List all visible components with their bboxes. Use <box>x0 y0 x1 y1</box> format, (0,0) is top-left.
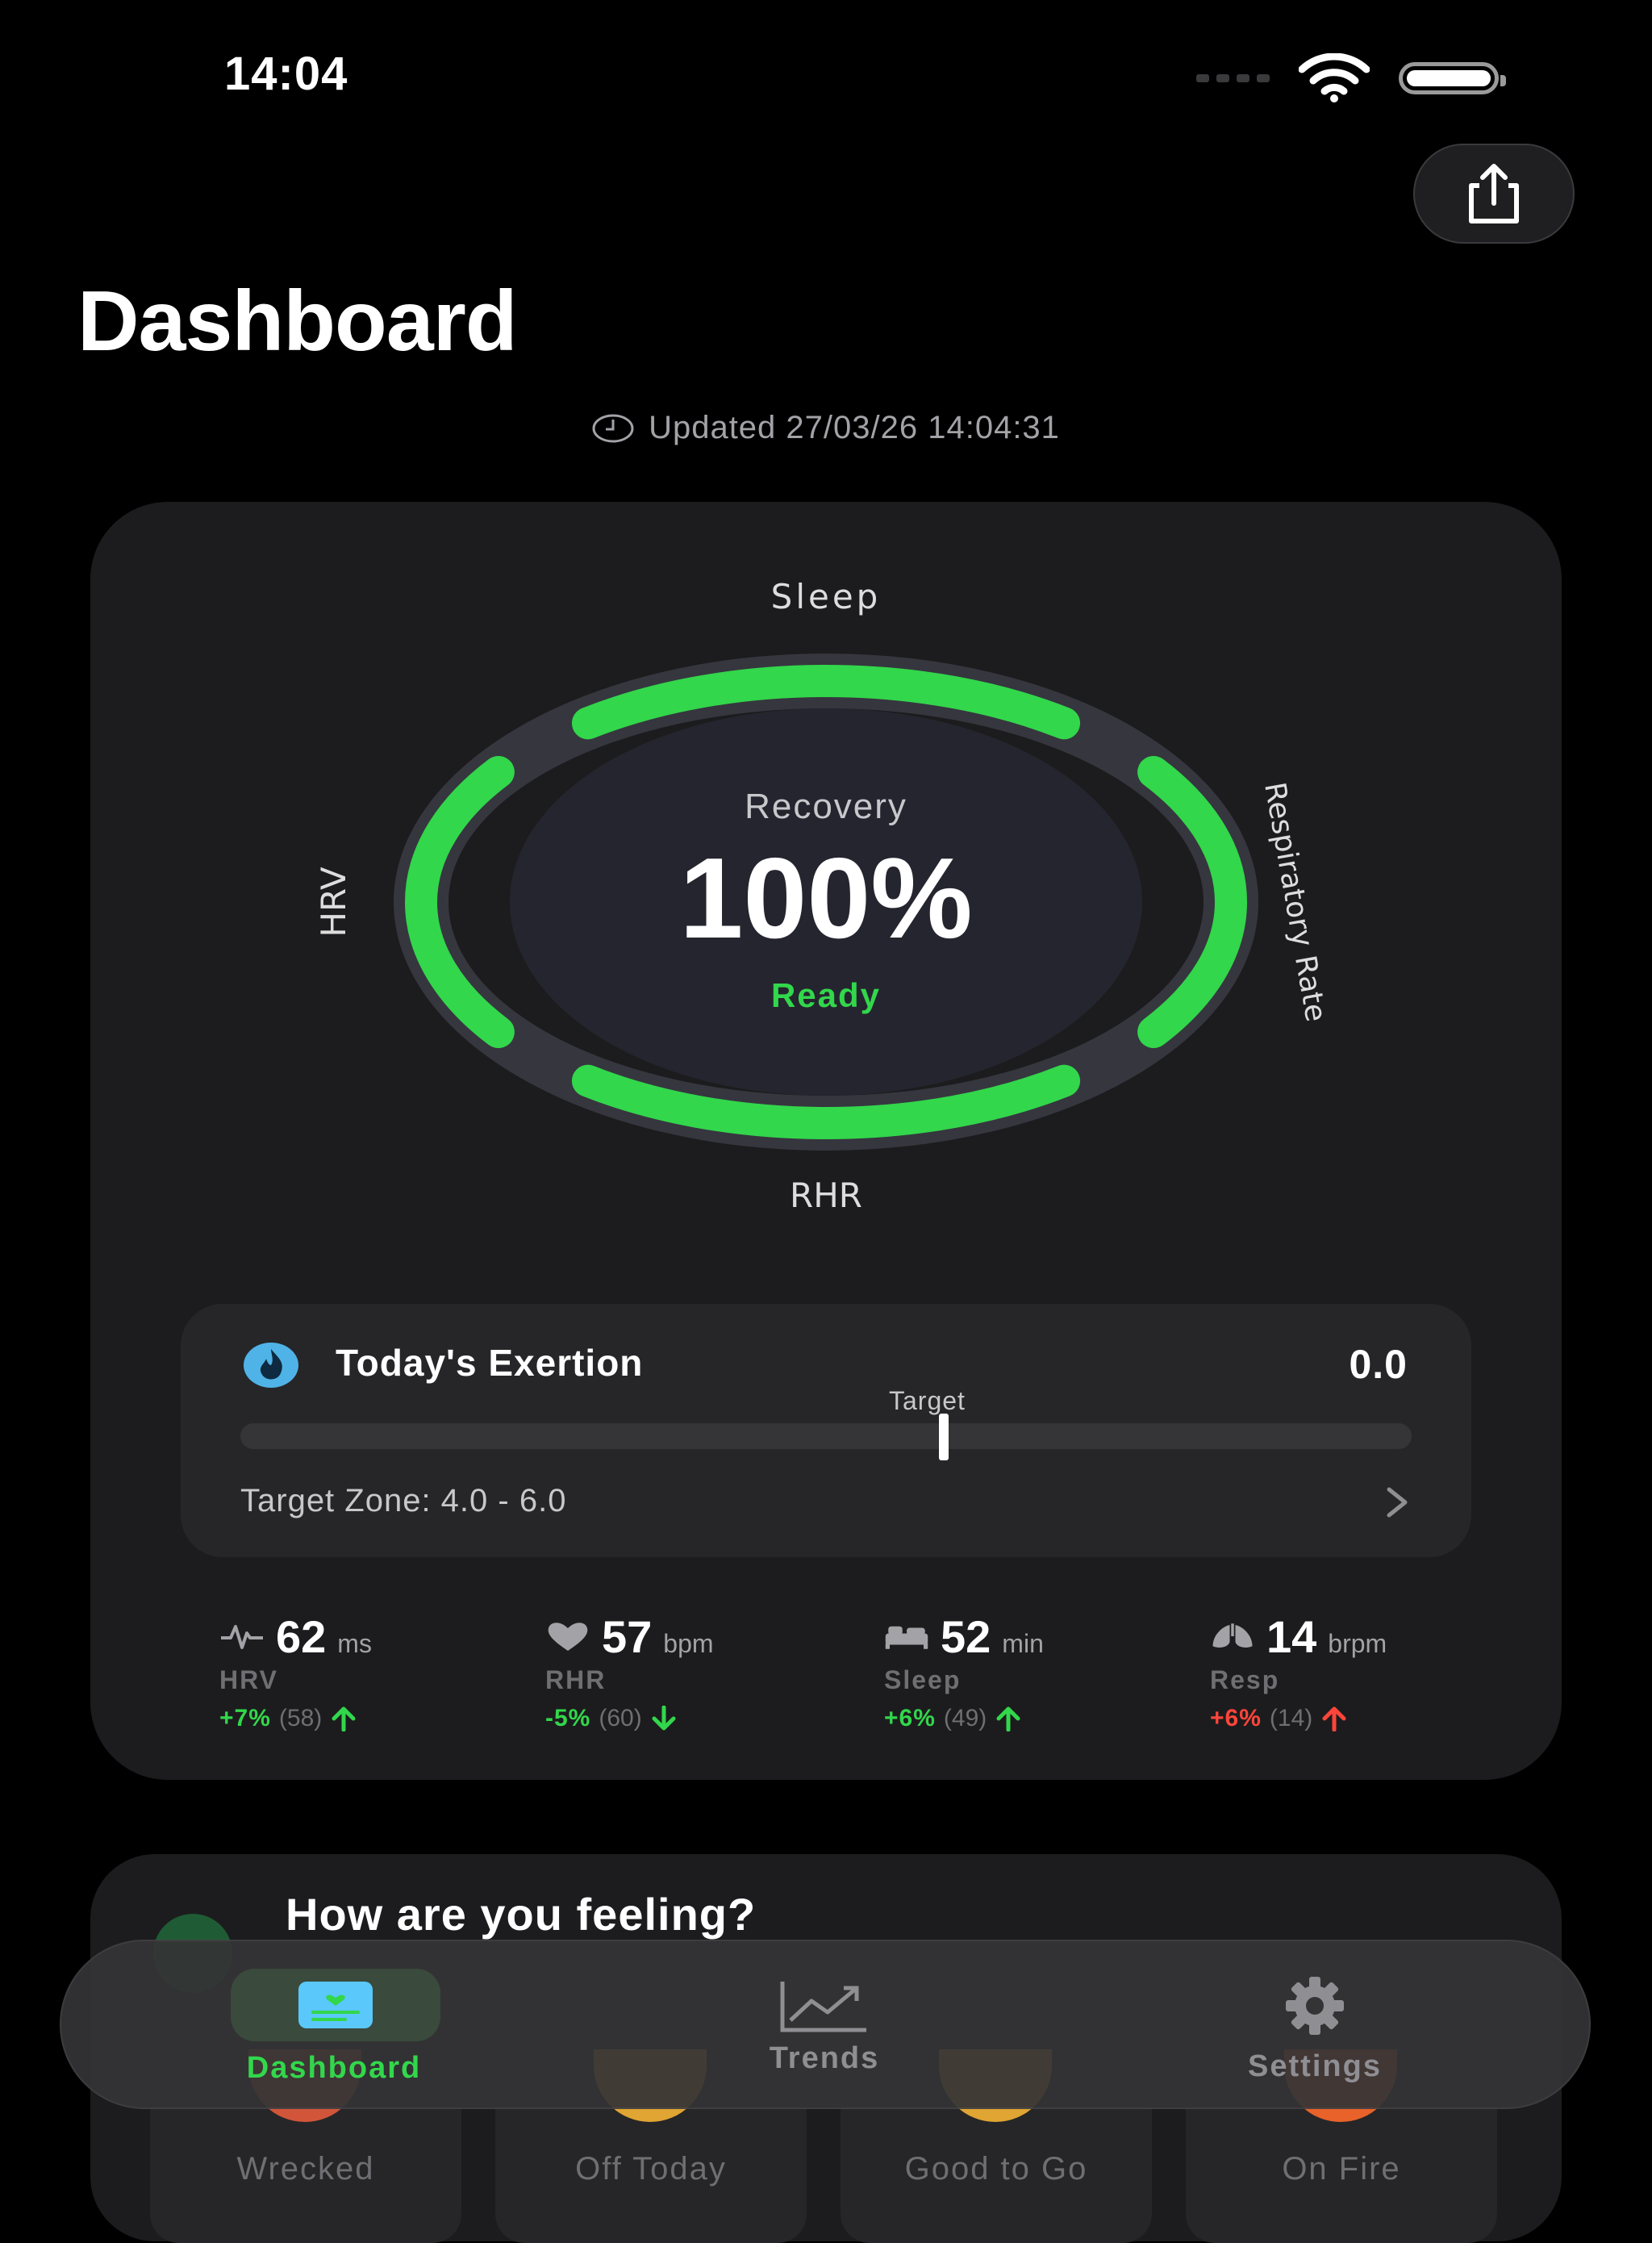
tab-label: Settings <box>1248 2049 1382 2083</box>
lungs-icon <box>1212 1623 1253 1648</box>
metric-baseline: (60) <box>599 1705 642 1731</box>
metric-sleep: 52 min Sleep +6% (49) <box>884 1610 1191 1732</box>
metric-delta: +6% <box>884 1705 936 1731</box>
dashboard-icon <box>298 1982 373 2028</box>
exertion-progress-track <box>240 1423 1412 1449</box>
metric-name: Resp <box>1210 1665 1280 1694</box>
recovery-value: 100% <box>679 834 972 963</box>
metric-baseline: (14) <box>1269 1705 1313 1731</box>
metric-value: 57 <box>602 1611 653 1662</box>
share-icon <box>1469 164 1519 223</box>
ring-label-hrv: HRV <box>314 867 353 937</box>
metric-hrv: 62 ms HRV +7% (58) <box>219 1610 526 1732</box>
mood-option-label: On Fire <box>1282 2151 1401 2187</box>
metric-value: 52 <box>941 1611 991 1662</box>
share-button[interactable] <box>1413 144 1575 244</box>
page-title: Dashboard <box>77 274 518 369</box>
updated-text: Updated 27/03/26 14:04:31 <box>649 410 1060 445</box>
metric-rhr: 57 bpm RHR -5% (60) <box>545 1610 852 1732</box>
metric-value: 14 <box>1266 1611 1317 1662</box>
recovery-label: Recovery <box>745 787 907 826</box>
recovery-ring: Sleep RHR HRV Respiratory Rate Recovery … <box>314 577 1333 1215</box>
metric-unit: bpm <box>663 1629 714 1658</box>
tab-trends[interactable]: Trends <box>703 1969 945 2090</box>
metric-unit: min <box>1002 1629 1044 1658</box>
metric-unit: ms <box>337 1629 372 1658</box>
metric-delta: +6% <box>1210 1705 1262 1731</box>
status-time: 14:04 <box>224 48 348 100</box>
updated-timestamp: Updated 27/03/26 14:04:31 <box>0 410 1652 446</box>
arrow-up-icon <box>1322 1706 1346 1731</box>
bed-icon <box>885 1626 928 1649</box>
metric-delta: -5% <box>545 1705 591 1731</box>
target-zone-text: Target Zone: 4.0 - 6.0 <box>240 1483 567 1518</box>
metric-delta: +7% <box>219 1705 271 1731</box>
waveform-icon <box>221 1625 263 1649</box>
metric-unit: brpm <box>1328 1629 1387 1658</box>
metric-baseline: (58) <box>278 1705 323 1731</box>
arrow-up-icon <box>332 1706 356 1731</box>
tab-settings[interactable]: Settings <box>1194 1969 1436 2090</box>
arrow-down-icon <box>652 1706 676 1731</box>
exertion-value: 0.0 <box>1349 1342 1408 1387</box>
metric-name: HRV <box>219 1665 278 1694</box>
exertion-title: Today's Exertion <box>336 1342 644 1384</box>
mood-option-label: Good to Go <box>904 2151 1088 2187</box>
tab-label: Dashboard <box>246 2051 422 2085</box>
ring-label-respiratory-rate: Respiratory Rate <box>1258 780 1333 1025</box>
trends-chart-icon <box>780 1982 866 2032</box>
clock-icon <box>592 414 634 442</box>
ring-label-rhr: RHR <box>790 1176 862 1215</box>
metric-value: 62 <box>276 1611 327 1662</box>
gear-icon <box>1286 1977 1344 2035</box>
recovery-status: Ready <box>771 976 881 1014</box>
cellular-dots-icon <box>1196 74 1270 82</box>
heart-icon <box>548 1623 588 1651</box>
tab-label: Trends <box>769 2041 880 2075</box>
arrow-up-icon <box>996 1706 1020 1731</box>
exertion-target-marker <box>939 1414 949 1460</box>
feeling-title: How are you feeling? <box>286 1889 757 1940</box>
battery-icon <box>1399 62 1506 94</box>
ring-label-sleep: Sleep <box>771 577 882 616</box>
mood-option-label: Off Today <box>575 2151 727 2187</box>
metric-name: Sleep <box>884 1665 962 1694</box>
metric-name: RHR <box>545 1665 607 1694</box>
exertion-target-label: Target <box>889 1386 966 1415</box>
flame-icon <box>244 1343 298 1388</box>
metric-resp: 14 brpm Resp +6% (14) <box>1210 1610 1516 1732</box>
metric-baseline: (49) <box>943 1705 987 1731</box>
chevron-right-icon[interactable] <box>1381 1485 1413 1520</box>
wifi-icon <box>1299 53 1370 102</box>
tab-dashboard[interactable]: Dashboard <box>213 1969 455 2090</box>
mood-option-label: Wrecked <box>236 2151 375 2187</box>
status-icons <box>1196 53 1506 103</box>
